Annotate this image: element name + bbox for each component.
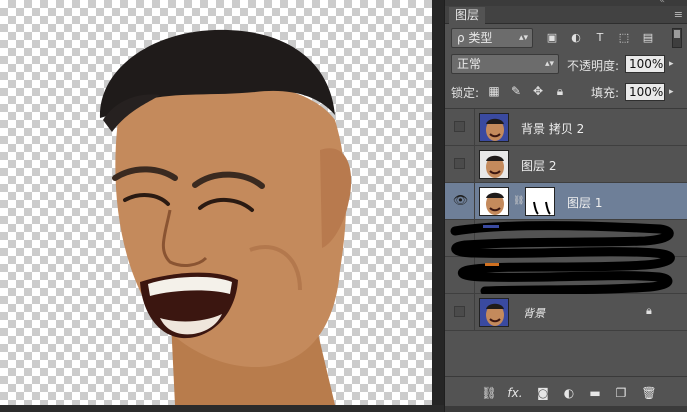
visibility-toggle[interactable]: 👁︎ [445, 183, 475, 219]
lock-label: 锁定: [451, 86, 480, 100]
panel-menu-icon[interactable]: ≡ [674, 8, 683, 21]
filter-kind-select[interactable]: ρ 类型 ▴▾ [451, 28, 533, 48]
panel-header: 图层 ≡ [445, 6, 687, 24]
panel-bottom-strip [445, 406, 687, 412]
document-canvas[interactable] [0, 0, 432, 405]
visibility-toggle[interactable] [445, 109, 475, 145]
canvas-divider [432, 0, 444, 412]
adjustment-filter-icon[interactable]: ◐ [569, 31, 583, 45]
lock-position-icon[interactable]: ✥ [531, 83, 545, 99]
visibility-off-box [454, 306, 465, 317]
layer-name[interactable]: 背景 拷贝 2 [521, 120, 584, 137]
blend-mode-select[interactable]: 正常 ▴▾ [451, 54, 559, 74]
canvas-bottom-strip [0, 405, 444, 412]
blend-row: 正常 ▴▾ 不透明度: 100% ▸ [445, 54, 687, 74]
layers-panel: « 图层 ≡ ρ 类型 ▴▾ ▣ ◐ T ⬚ ▤ 正常 ▴▾ 不透明度: 100… [444, 0, 687, 412]
layer-row-background[interactable]: 背景 🔒︎ [445, 294, 687, 331]
chevron-updown-icon: ▴▾ [544, 59, 554, 69]
layer-name[interactable]: 图层 1 [567, 194, 602, 211]
layer-thumbnail [479, 187, 509, 216]
image-filter-icon[interactable]: ▣ [545, 31, 559, 45]
layer-name[interactable]: 背景 [523, 305, 545, 321]
opacity-label: 不透明度: [567, 59, 620, 73]
trash-icon[interactable]: 🗑︎ [641, 385, 657, 401]
new-group-icon[interactable]: ▬ [587, 385, 603, 401]
opacity-dropdown-icon[interactable]: ▸ [669, 55, 679, 73]
eye-icon: 👁︎ [453, 193, 469, 207]
visibility-toggle[interactable] [445, 146, 475, 182]
layer-thumbnail [479, 150, 509, 179]
chevron-updown-icon: ▴▾ [518, 33, 528, 43]
fill-label: 填充: [591, 86, 620, 100]
filter-kind-label: ρ 类型 [457, 31, 493, 45]
filter-toggle-switch[interactable] [672, 28, 682, 48]
new-layer-icon[interactable]: ❐ [613, 385, 629, 401]
layers-list: 背景 拷贝 2 图层 2 👁︎ ⛓︎ 图层 1 背景 🔒︎ [445, 108, 687, 376]
layer-row-layer-2[interactable]: 图层 2 [445, 146, 687, 183]
layer-mask-thumbnail[interactable] [525, 187, 555, 216]
visibility-off-box [454, 158, 465, 169]
lock-all-icon[interactable]: 🔒︎ [553, 83, 567, 99]
fill-field[interactable]: 100% [625, 83, 665, 101]
lock-row: 锁定: ▦ ✎ ✥ 🔒︎ 填充: 100% ▸ [445, 82, 687, 102]
lock-icon: 🔒︎ [646, 304, 652, 317]
layer-row-background-copy-2[interactable]: 背景 拷贝 2 [445, 109, 687, 146]
lock-image-icon[interactable]: ✎ [509, 83, 523, 99]
layer-name[interactable]: 图层 2 [521, 157, 556, 174]
opacity-field[interactable]: 100% [625, 55, 665, 73]
redaction-scribble [450, 221, 675, 296]
type-filter-icon[interactable]: T [593, 31, 607, 45]
visibility-off-box [454, 121, 465, 132]
layer-row-layer-1[interactable]: 👁︎ ⛓︎ 图层 1 [445, 183, 687, 220]
adjustment-layer-icon[interactable]: ◐ [561, 385, 577, 401]
shape-filter-icon[interactable]: ⬚ [617, 31, 631, 45]
mask-link-icon[interactable]: ⛓︎ [513, 196, 524, 206]
tab-layers[interactable]: 图层 [449, 7, 486, 24]
filter-row: ρ 类型 ▴▾ ▣ ◐ T ⬚ ▤ [445, 28, 687, 48]
link-layers-icon[interactable]: ⛓︎ [481, 385, 497, 401]
add-style-button[interactable]: fx. [507, 385, 523, 401]
layer-thumbnail [479, 298, 509, 327]
smart-object-filter-icon[interactable]: ▤ [641, 31, 655, 45]
visibility-toggle[interactable] [445, 294, 475, 330]
layer-thumbnail [479, 113, 509, 142]
panel-footer: ⛓︎ fx. ◙ ◐ ▬ ❐ 🗑︎ [445, 376, 687, 412]
blend-mode-label: 正常 [457, 57, 482, 71]
portrait-image [99, 29, 352, 405]
lock-transparency-icon[interactable]: ▦ [487, 83, 501, 99]
add-mask-icon[interactable]: ◙ [535, 385, 551, 401]
fill-dropdown-icon[interactable]: ▸ [669, 83, 679, 101]
